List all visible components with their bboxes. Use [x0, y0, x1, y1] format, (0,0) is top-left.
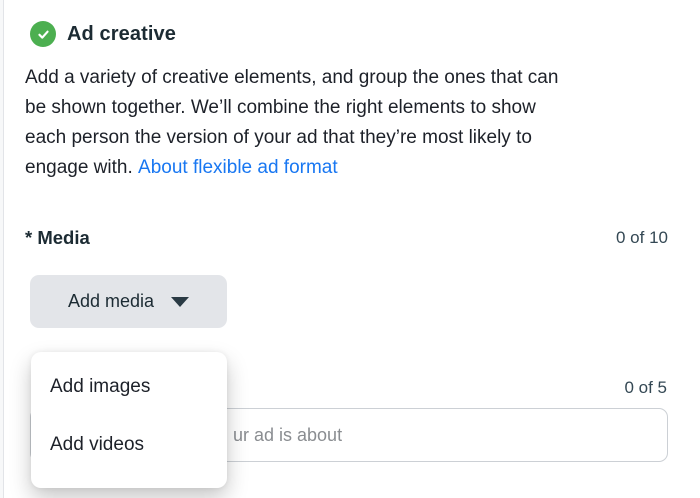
description-line: engage with.	[25, 157, 133, 178]
caret-down-icon	[171, 296, 190, 307]
menu-item-add-videos[interactable]: Add videos	[31, 416, 227, 474]
media-field-header: * Media 0 of 10	[25, 226, 668, 250]
section-description: Add a variety of creative elements, and …	[25, 63, 675, 183]
add-media-button-label: Add media	[67, 291, 155, 311]
check-circle-icon	[30, 21, 56, 47]
primary-text-placeholder: ur ad is about	[233, 424, 343, 445]
description-line: Add a variety of creative elements, and …	[25, 67, 559, 88]
media-field-label: * Media	[25, 227, 90, 248]
menu-item-add-images[interactable]: Add images	[31, 358, 227, 416]
section-header: Ad creative	[30, 20, 176, 48]
about-flexible-ad-format-link[interactable]: About flexible ad format	[138, 157, 338, 178]
section-title: Ad creative	[67, 22, 176, 45]
card-left-border	[0, 0, 4, 498]
text-field-counter: 0 of 5	[624, 378, 667, 397]
description-last-line: engage with. About flexible ad format	[25, 153, 675, 183]
description-line: each person the version of your ad that …	[25, 127, 532, 148]
add-media-dropdown-menu: Add images Add videos	[31, 352, 227, 488]
media-field-counter: 0 of 10	[616, 228, 668, 247]
description-line: be shown together. We’ll combine the rig…	[25, 97, 536, 118]
add-media-button[interactable]: Add media	[30, 275, 227, 328]
